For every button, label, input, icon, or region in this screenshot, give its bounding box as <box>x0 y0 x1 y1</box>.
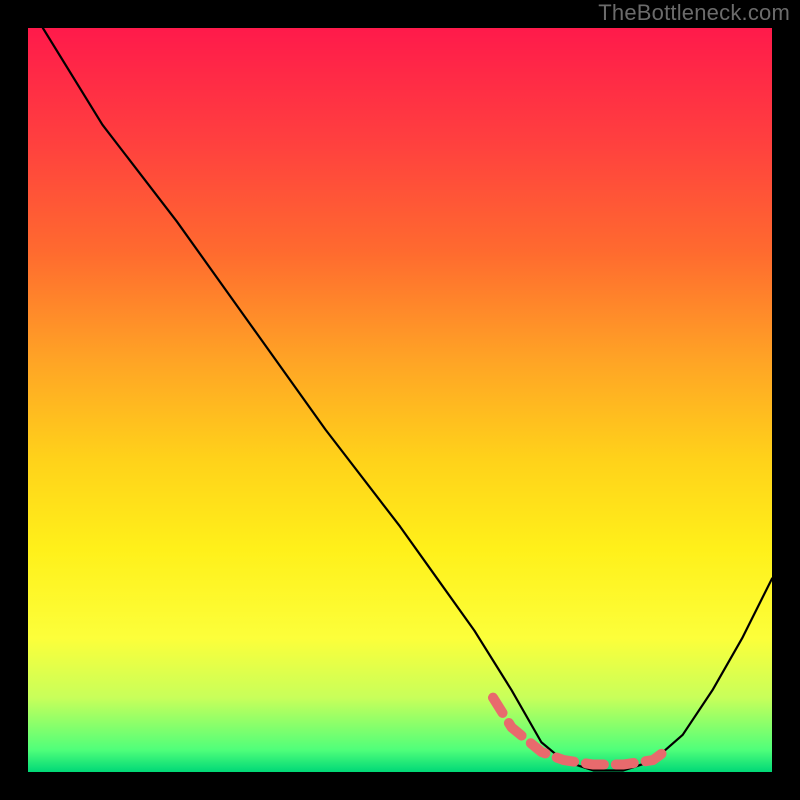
plot-area <box>28 28 772 772</box>
chart-container: TheBottleneck.com <box>0 0 800 800</box>
gradient-background <box>28 28 772 772</box>
plot-svg <box>28 28 772 772</box>
watermark-text: TheBottleneck.com <box>598 0 790 26</box>
